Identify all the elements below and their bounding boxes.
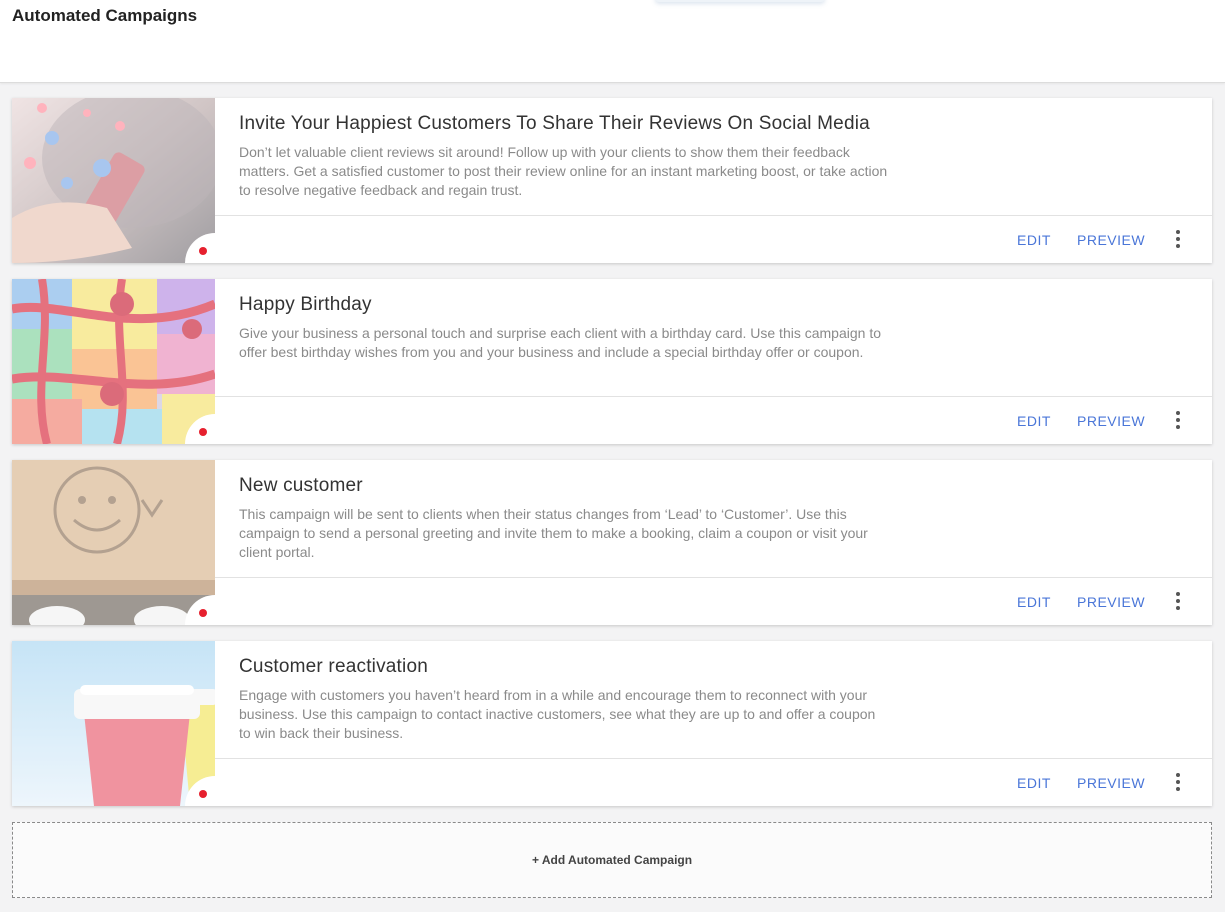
more-options-icon[interactable] [1170, 228, 1186, 250]
edit-button[interactable]: EDIT [1017, 775, 1051, 791]
page-header: Automated Campaigns [0, 0, 1225, 83]
campaign-title: Customer reactivation [239, 656, 428, 677]
campaign-image-birthday-gifts [12, 279, 215, 444]
campaign-title: Invite Your Happiest Customers To Share … [239, 113, 870, 134]
preview-button[interactable]: PREVIEW [1077, 775, 1145, 791]
edit-button[interactable]: EDIT [1017, 413, 1051, 429]
header-tab-indicator [655, 0, 825, 2]
page-title: Automated Campaigns [12, 6, 198, 25]
edit-button[interactable]: EDIT [1017, 232, 1051, 248]
campaign-title: Happy Birthday [239, 294, 372, 315]
campaign-description: This campaign will be sent to clients wh… [239, 506, 868, 560]
status-dot [199, 609, 207, 617]
add-automated-campaign-button[interactable]: + Add Automated Campaign [12, 822, 1212, 898]
campaign-image-social-reviews [12, 98, 215, 263]
preview-button[interactable]: PREVIEW [1077, 413, 1145, 429]
preview-button[interactable]: PREVIEW [1077, 232, 1145, 248]
add-campaign-label: + Add Automated Campaign [531, 853, 693, 867]
campaign-card: Invite Your Happiest Customers To Share … [12, 98, 1212, 263]
status-dot [199, 247, 207, 255]
campaign-image-smiley-sand [12, 460, 215, 625]
campaign-list: Invite Your Happiest Customers To Share … [12, 98, 1212, 822]
campaign-image-coffee-cups [12, 641, 215, 806]
campaign-description: Give your business a personal touch and … [239, 325, 882, 360]
more-options-icon[interactable] [1170, 771, 1186, 793]
more-options-icon[interactable] [1170, 590, 1186, 612]
campaign-card: New customer This campaign will be sent … [12, 460, 1212, 625]
edit-button[interactable]: EDIT [1017, 594, 1051, 610]
campaign-card: Happy Birthday Give your business a pers… [12, 279, 1212, 444]
more-options-icon[interactable] [1170, 409, 1186, 431]
status-dot [199, 790, 207, 798]
campaign-title: New customer [239, 475, 363, 496]
campaign-description: Engage with customers you haven’t heard … [239, 687, 876, 741]
campaign-description: Don’t let valuable client reviews sit ar… [239, 144, 888, 198]
campaign-card: Customer reactivation Engage with custom… [12, 641, 1212, 806]
preview-button[interactable]: PREVIEW [1077, 594, 1145, 610]
status-dot [199, 428, 207, 436]
